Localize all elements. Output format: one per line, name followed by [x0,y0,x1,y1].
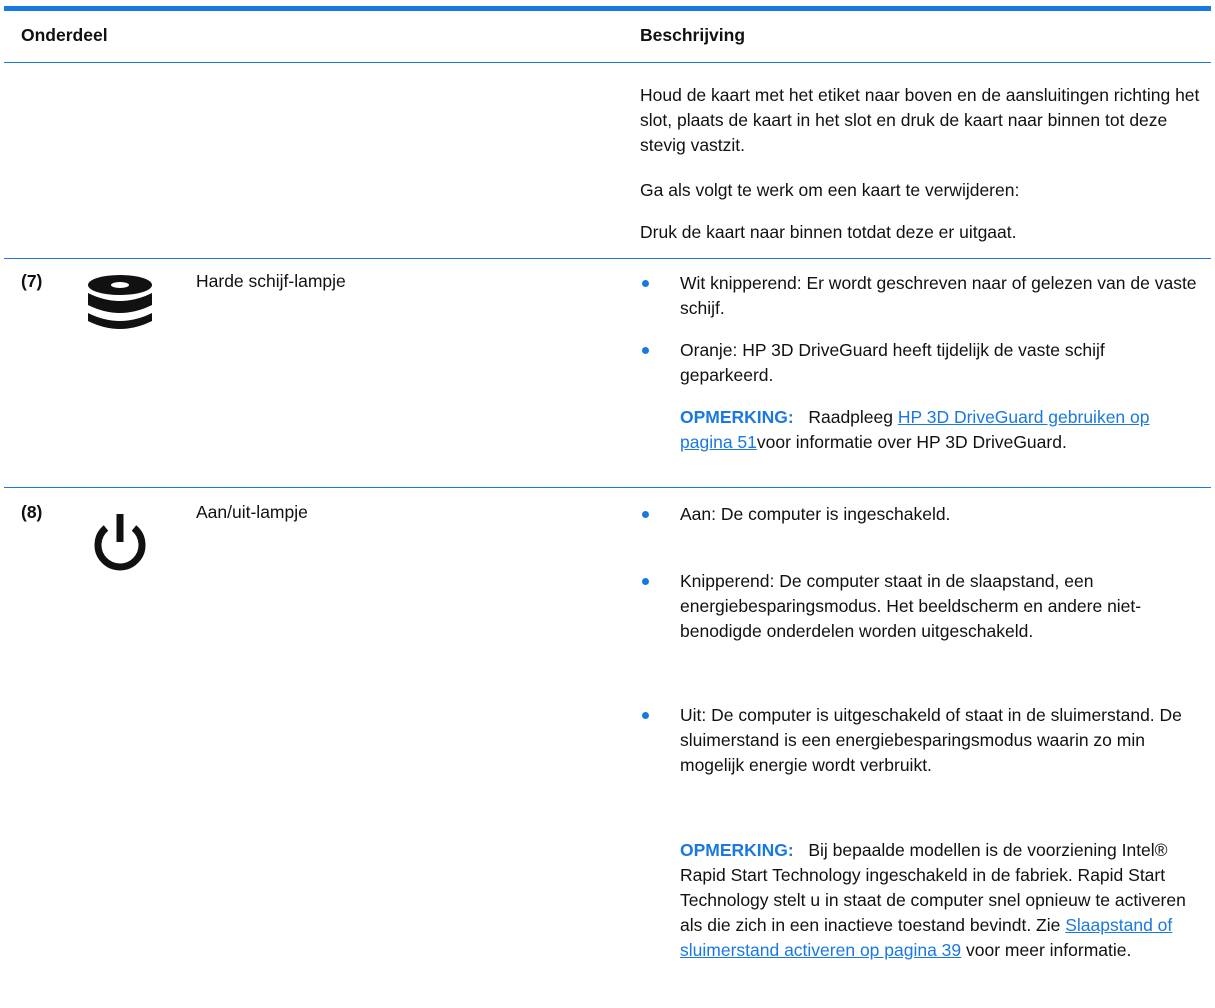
note-text: voor informatie over HP 3D DriveGuard. [756,432,1067,452]
hard-drive-icon [84,275,156,338]
note-label: OPMERKING: [680,407,794,427]
row-divider [4,487,1211,488]
bullet-text: Oranje: HP 3D DriveGuard heeft tijdelijk… [680,340,1105,385]
component-name: Aan/uit-lampje [196,502,308,522]
intro-paragraph-2: Ga als volgt te werk om een kaart te ver… [640,180,1020,200]
note-text: Raadpleeg [808,407,893,427]
bullet-dot [642,578,649,585]
intro-paragraph-3: Druk de kaart naar binnen totdat deze er… [640,222,1017,242]
power-icon [88,510,152,579]
bullet-text: Aan: De computer is ingeschakeld. [680,504,951,524]
component-name: Harde schijf-lampje [196,271,346,291]
bullet-dot [642,511,649,518]
row-number: (8) [21,502,43,522]
row-divider [4,258,1211,259]
table-top-rule [4,6,1211,11]
column-header-onderdeel: Onderdeel [21,25,108,45]
note-label: OPMERKING: [680,840,794,860]
row-number: (7) [21,271,43,291]
bullet-text: Knipperend: De computer staat in de slaa… [680,571,1142,641]
bullet-text: Wit knipperend: Er wordt geschreven naar… [680,273,1197,318]
intro-paragraph-1: Houd de kaart met het etiket naar boven … [640,85,1200,155]
note-block: OPMERKING: Raadpleeg HP 3D DriveGuard ge… [680,405,1200,455]
bullet-dot [642,347,649,354]
bullet-text: Uit: De computer is uitgeschakeld of sta… [680,705,1182,775]
note-text: voor meer informatie. [966,940,1132,960]
header-divider [4,62,1211,63]
column-header-beschrijving: Beschrijving [640,25,746,45]
bullet-dot [642,280,649,287]
document-page: Onderdeel Beschrijving Houd de kaart met… [0,0,1215,1008]
bullet-dot [642,712,649,719]
note-block: OPMERKING: Bij bepaalde modellen is de v… [680,838,1200,963]
